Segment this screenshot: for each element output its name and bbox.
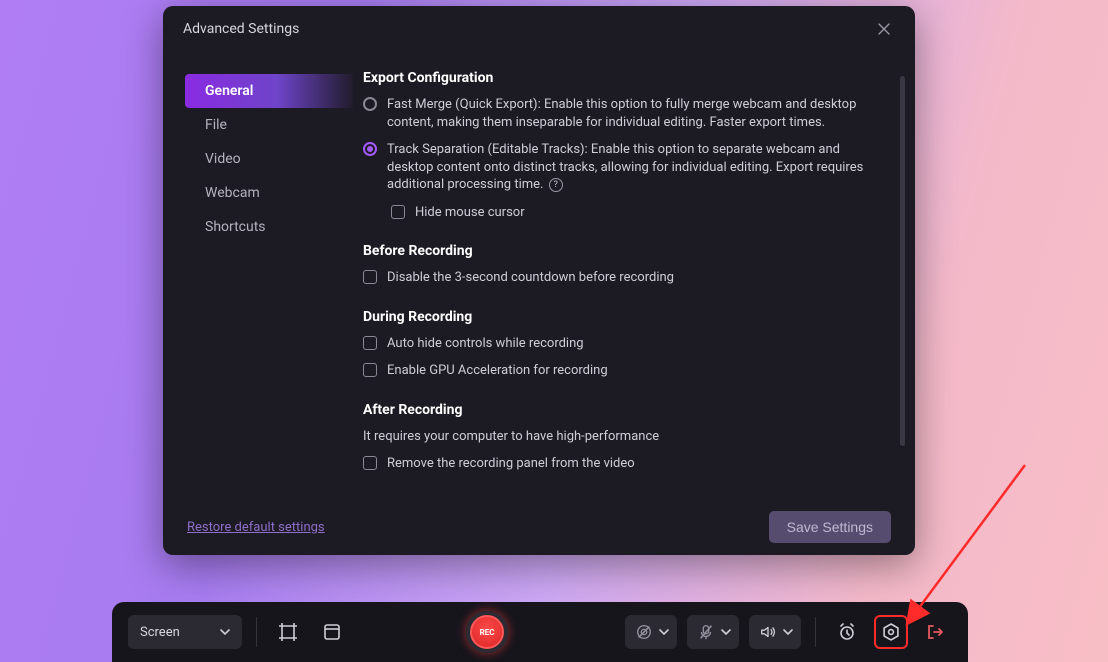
checkbox-icon[interactable]: [363, 270, 377, 284]
record-button[interactable]: REC: [466, 611, 508, 653]
window-select-button[interactable]: [315, 615, 349, 649]
option-label: Remove the recording panel from the vide…: [387, 455, 635, 473]
option-label: Fast Merge (Quick Export): Enable this o…: [387, 96, 881, 131]
sidebar-item-label: Shortcuts: [205, 219, 266, 235]
sidebar-item-label: General: [205, 83, 253, 99]
camera-off-icon: [635, 623, 653, 641]
capture-mode-select[interactable]: Screen: [128, 615, 242, 649]
option-fast-merge[interactable]: Fast Merge (Quick Export): Enable this o…: [363, 96, 881, 131]
option-label: Auto hide controls while recording: [387, 335, 584, 353]
after-note: It requires your computer to have high-p…: [363, 428, 881, 446]
chevron-down-icon: [783, 629, 793, 635]
scrollbar[interactable]: [900, 76, 905, 446]
speaker-icon: [759, 623, 777, 641]
option-label: Enable GPU Acceleration for recording: [387, 362, 608, 380]
divider: [256, 617, 257, 647]
sidebar-item-label: File: [205, 117, 227, 133]
settings-button[interactable]: [874, 615, 908, 649]
modal-title: Advanced Settings: [183, 21, 299, 37]
sidebar-item-shortcuts[interactable]: Shortcuts: [185, 210, 353, 244]
modal-footer: Restore default settings Save Settings: [163, 499, 915, 555]
checkbox-icon[interactable]: [391, 205, 405, 219]
chevron-down-icon: [220, 629, 230, 635]
restore-defaults-link[interactable]: Restore default settings: [187, 520, 325, 535]
recording-toolbar: Screen REC: [112, 602, 968, 662]
section-title-during: During Recording: [363, 309, 881, 325]
modal-header: Advanced Settings: [163, 6, 915, 48]
camera-toggle[interactable]: [625, 615, 677, 649]
settings-sidebar: General File Video Webcam Shortcuts: [163, 48, 353, 499]
option-auto-hide-controls[interactable]: Auto hide controls while recording: [363, 335, 881, 353]
chevron-down-icon: [721, 629, 731, 635]
option-gpu-accel[interactable]: Enable GPU Acceleration for recording: [363, 362, 881, 380]
mic-toggle[interactable]: [687, 615, 739, 649]
settings-content: Export Configuration Fast Merge (Quick E…: [353, 48, 915, 499]
option-label: Hide mouse cursor: [415, 204, 525, 222]
option-track-separation[interactable]: Track Separation (Editable Tracks): Enab…: [363, 141, 881, 194]
note-text: It requires your computer to have high-p…: [363, 428, 659, 446]
radio-unchecked-icon[interactable]: [363, 97, 377, 111]
sidebar-item-label: Webcam: [205, 185, 260, 201]
option-hide-cursor[interactable]: Hide mouse cursor: [363, 204, 881, 222]
option-remove-panel[interactable]: Remove the recording panel from the vide…: [363, 455, 881, 473]
sidebar-item-file[interactable]: File: [185, 108, 353, 142]
alarm-icon: [837, 622, 857, 642]
info-icon[interactable]: ?: [549, 178, 563, 192]
chevron-down-icon: [659, 629, 669, 635]
crop-region-icon: [278, 622, 298, 642]
sidebar-item-label: Video: [205, 151, 241, 167]
option-label: Disable the 3-second countdown before re…: [387, 269, 674, 287]
option-disable-countdown[interactable]: Disable the 3-second countdown before re…: [363, 269, 881, 287]
checkbox-icon[interactable]: [363, 456, 377, 470]
close-button[interactable]: [873, 18, 895, 40]
sidebar-item-general[interactable]: General: [185, 74, 353, 108]
timer-button[interactable]: [830, 615, 864, 649]
region-select-button[interactable]: [271, 615, 305, 649]
divider: [815, 617, 816, 647]
sidebar-item-video[interactable]: Video: [185, 142, 353, 176]
sidebar-item-webcam[interactable]: Webcam: [185, 176, 353, 210]
window-icon: [322, 622, 342, 642]
checkbox-icon[interactable]: [363, 336, 377, 350]
section-title-before: Before Recording: [363, 243, 881, 259]
section-title-export: Export Configuration: [363, 70, 881, 86]
checkbox-icon[interactable]: [363, 363, 377, 377]
record-label: REC: [480, 628, 495, 637]
option-label: Track Separation (Editable Tracks): Enab…: [387, 141, 881, 194]
save-settings-button[interactable]: Save Settings: [769, 511, 891, 543]
exit-icon: [925, 622, 945, 642]
radio-checked-icon[interactable]: [363, 142, 377, 156]
capture-mode-label: Screen: [140, 625, 180, 640]
section-title-after: After Recording: [363, 402, 881, 418]
gear-icon: [881, 622, 901, 642]
speaker-toggle[interactable]: [749, 615, 801, 649]
close-icon: [878, 23, 890, 35]
mic-off-icon: [697, 623, 715, 641]
modal-body: General File Video Webcam Shortcuts Expo…: [163, 48, 915, 499]
exit-button[interactable]: [918, 615, 952, 649]
advanced-settings-modal: Advanced Settings General File Video Web…: [163, 6, 915, 555]
